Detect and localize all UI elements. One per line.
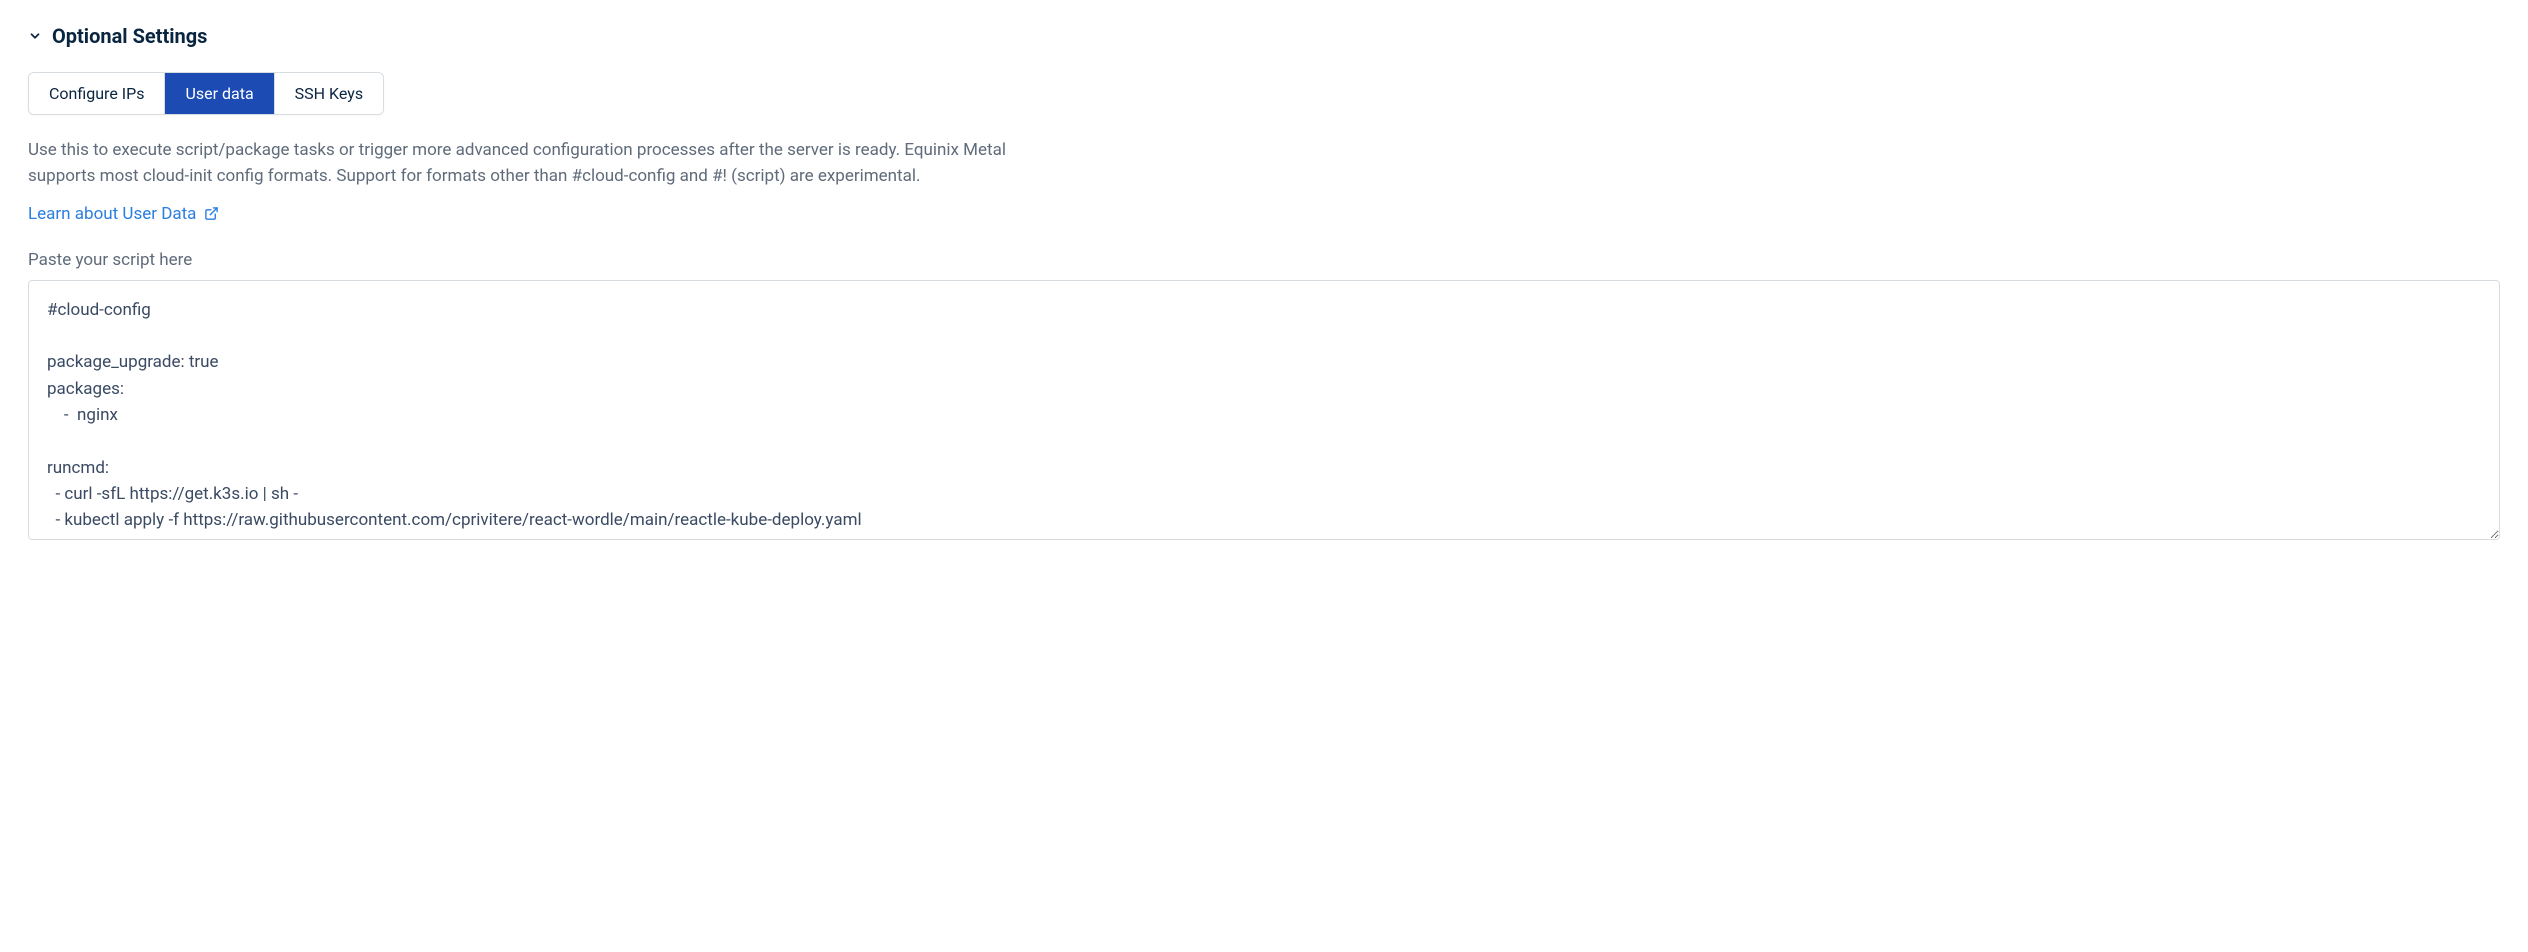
learn-about-userdata-link[interactable]: Learn about User Data: [28, 204, 219, 224]
chevron-down-icon: [28, 29, 42, 43]
external-link-icon: [204, 206, 219, 221]
userdata-script-input[interactable]: [28, 280, 2500, 540]
tab-ssh-keys[interactable]: SSH Keys: [275, 73, 383, 114]
script-field-label: Paste your script here: [28, 250, 2500, 270]
tab-configure-ips[interactable]: Configure IPs: [29, 73, 165, 114]
section-header[interactable]: Optional Settings: [28, 24, 2500, 48]
section-title: Optional Settings: [52, 24, 207, 48]
learn-link-label: Learn about User Data: [28, 204, 196, 224]
tabs-container: Configure IPs User data SSH Keys: [28, 72, 384, 115]
userdata-description: Use this to execute script/package tasks…: [28, 137, 1028, 190]
tab-user-data[interactable]: User data: [165, 73, 274, 114]
